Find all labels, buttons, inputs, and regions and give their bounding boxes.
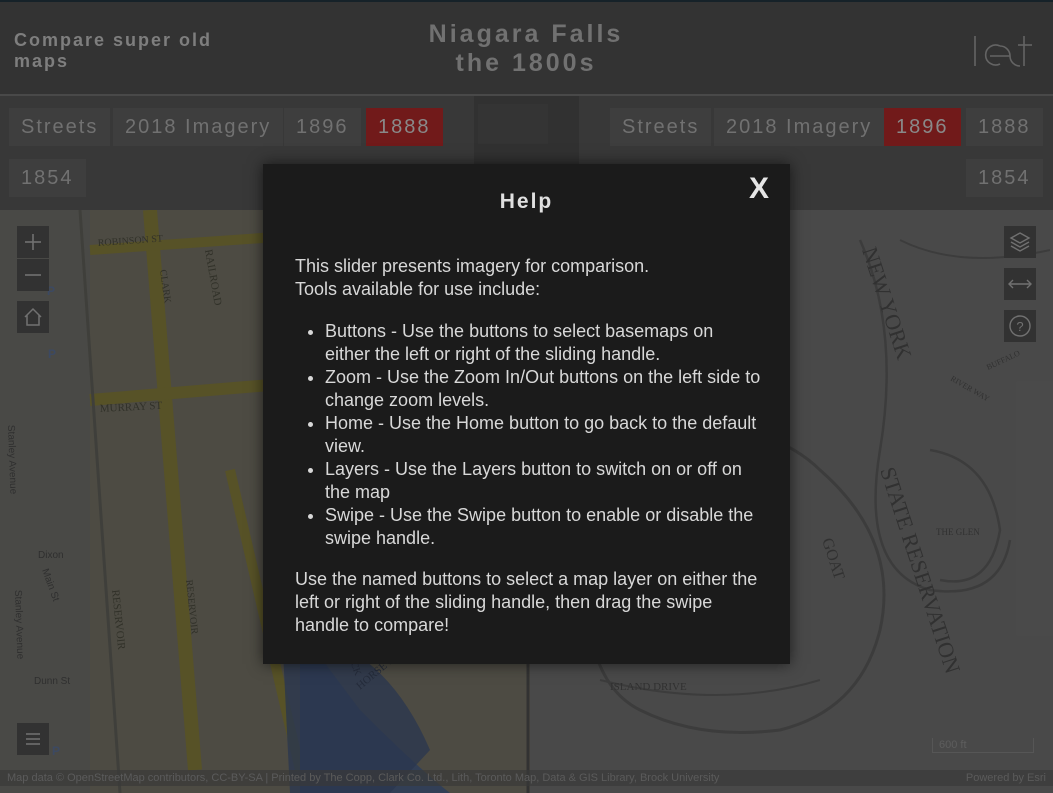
help-dialog-title: Help <box>499 190 554 213</box>
help-item-buttons: Buttons - Use the buttons to select base… <box>325 320 763 366</box>
help-item-zoom: Zoom - Use the Zoom In/Out buttons on th… <box>325 366 763 412</box>
help-item-home: Home - Use the Home button to go back to… <box>325 412 763 458</box>
help-outro: Use the named buttons to select a map la… <box>295 569 758 635</box>
help-item-swipe: Swipe - Use the Swipe button to enable o… <box>325 504 763 550</box>
help-intro-line-1: This slider presents imagery for compari… <box>295 256 650 276</box>
help-dialog-body: This slider presents imagery for compari… <box>295 255 763 637</box>
help-intro-line-2: Tools available for use include: <box>295 279 541 299</box>
help-dialog: Help X This slider presents imagery for … <box>263 164 790 664</box>
help-list: Buttons - Use the buttons to select base… <box>295 320 763 550</box>
help-item-layers: Layers - Use the Layers button to switch… <box>325 458 763 504</box>
app-window: Compare super old maps Niagara Falls the… <box>0 0 1053 793</box>
close-button[interactable]: X <box>749 172 769 206</box>
help-intro: This slider presents imagery for compari… <box>295 255 763 301</box>
